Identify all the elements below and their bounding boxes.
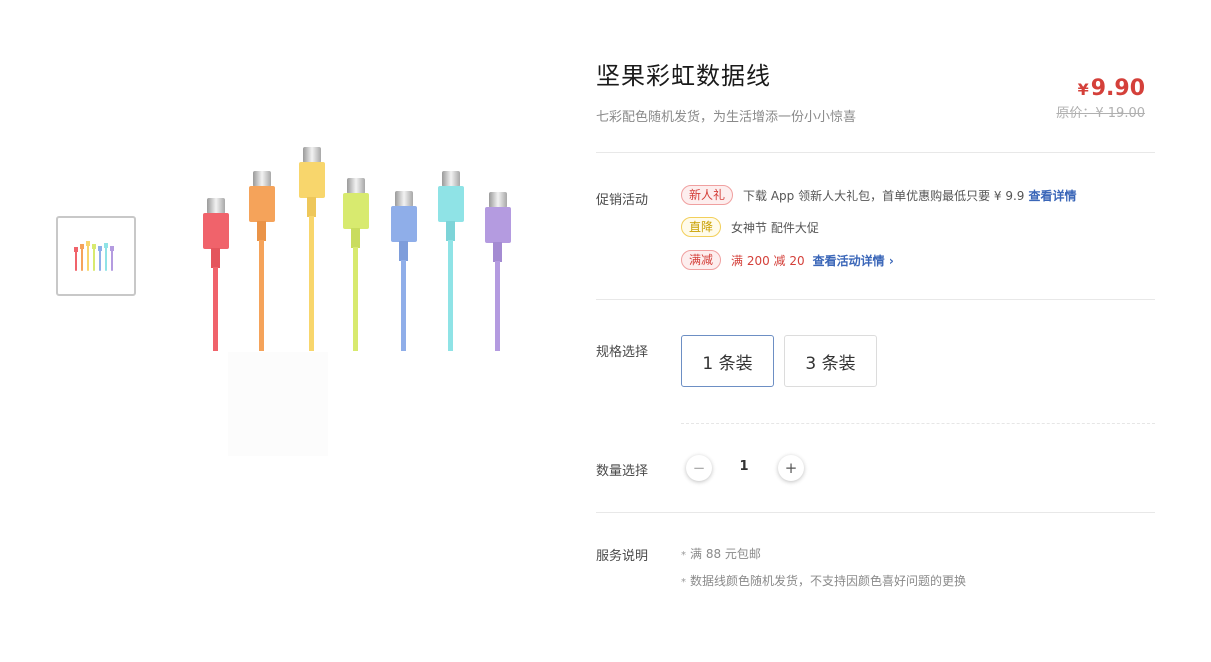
promo-item: 直降 女神节 配件大促 bbox=[681, 217, 819, 237]
service-text: 满 88 元包邮 bbox=[690, 547, 761, 561]
original-price: 原价：¥ 19.00 bbox=[1056, 106, 1145, 121]
promo-text: 满 200 减 20 bbox=[731, 253, 805, 268]
activity-details-link[interactable]: 查看活动详情 › bbox=[813, 252, 894, 269]
rainbow-cables-illustration bbox=[203, 147, 511, 351]
quantity-value[interactable]: 1 bbox=[736, 459, 752, 474]
promo-details-link[interactable]: 查看详情 bbox=[1028, 187, 1076, 204]
divider bbox=[596, 299, 1155, 300]
divider bbox=[596, 512, 1155, 513]
current-price: ¥9.90 bbox=[1078, 76, 1145, 101]
spec-option-1-pack[interactable]: 1 条装 bbox=[681, 335, 774, 387]
price-currency: ¥ bbox=[1077, 80, 1089, 99]
quantity-decrease-button[interactable]: − bbox=[686, 455, 712, 481]
spec-label: 规格选择 bbox=[596, 345, 649, 360]
product-info-panel: 坚果彩虹数据线 七彩配色随机发货，为生活增添一份小小惊喜 ¥9.90 原价：¥ … bbox=[596, 0, 1155, 662]
bullet-star-icon: * bbox=[681, 550, 686, 561]
new-user-badge: 新人礼 bbox=[681, 185, 734, 205]
promo-item: 满减 满 200 减 20 查看活动详情 › bbox=[681, 250, 894, 270]
thumbnail-cables-image bbox=[74, 241, 114, 271]
service-label: 服务说明 bbox=[596, 549, 649, 564]
bullet-star-icon: * bbox=[681, 577, 686, 588]
spec-option-3-pack[interactable]: 3 条装 bbox=[784, 335, 877, 387]
product-thumbnail[interactable] bbox=[56, 216, 136, 296]
price-drop-badge: 直降 bbox=[681, 217, 722, 237]
price-value: 9.90 bbox=[1090, 76, 1145, 101]
service-item: * 满 88 元包邮 bbox=[681, 545, 761, 562]
promotions-label: 促销活动 bbox=[596, 193, 649, 208]
product-subtitle: 七彩配色随机发货，为生活增添一份小小惊喜 bbox=[596, 110, 857, 125]
quantity-label: 数量选择 bbox=[596, 464, 649, 479]
promo-item: 新人礼 下载 App 领新人大礼包，首单优惠购最低只要 ¥ 9.9 查看详情 bbox=[681, 185, 1076, 205]
product-main-image bbox=[190, 140, 530, 460]
divider bbox=[596, 152, 1155, 153]
promo-text: 下载 App 领新人大礼包，首单优惠购最低只要 ¥ 9.9 bbox=[743, 188, 1025, 203]
promo-text: 女神节 配件大促 bbox=[731, 220, 819, 235]
service-text: 数据线颜色随机发货，不支持因颜色喜好问题的更换 bbox=[690, 574, 967, 588]
dashed-divider bbox=[681, 423, 1155, 424]
product-title: 坚果彩虹数据线 bbox=[596, 62, 771, 90]
service-item: * 数据线颜色随机发货，不支持因颜色喜好问题的更换 bbox=[681, 572, 966, 589]
quantity-increase-button[interactable]: + bbox=[778, 455, 804, 481]
discount-badge: 满减 bbox=[681, 250, 722, 270]
